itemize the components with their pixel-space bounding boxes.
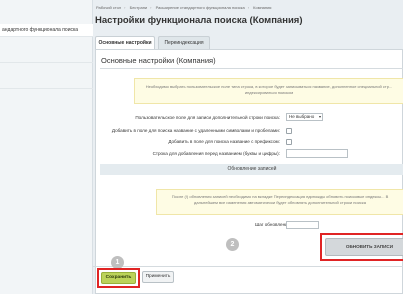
strip-symbols-label: Добавить в поле для поиска название с уд… [111, 128, 280, 133]
sidebar-divider [0, 62, 93, 63]
divider [100, 68, 403, 69]
search-field-select[interactable]: Не выбрано ▾ [286, 113, 323, 121]
sidebar-divider [0, 36, 93, 37]
update-step-input[interactable] [286, 221, 319, 229]
prefix-checkbox-label: Добавить в поле для поиска название с пр… [168, 139, 280, 144]
step-badge-two: 2 [226, 238, 239, 251]
strip-symbols-checkbox[interactable] [286, 128, 292, 134]
sidebar-divider [0, 88, 93, 89]
breadcrumb: Рабочий стол › Бестрани › Расширение станд… [96, 5, 272, 10]
search-field-label: Пользовательское поле для записи дополни… [135, 115, 280, 120]
highlight-frame: ОБНОВИТЬ ЗАПИСИ [320, 233, 403, 261]
breadcrumb-item[interactable]: Компания [253, 5, 271, 10]
tab-reindex[interactable]: Переиндексация [158, 36, 210, 49]
sidebar-item-active[interactable]: андартного функционала поиска [0, 24, 93, 36]
update-notice: После (!) обновления записей необходимо … [156, 189, 403, 215]
section-title: Основные настройки (Компания) [101, 56, 216, 65]
select-value: Не выбрано [289, 114, 315, 119]
left-sidebar: андартного функционала поиска [0, 0, 93, 294]
prefix-string-input[interactable] [286, 149, 348, 158]
breadcrumb-item[interactable]: Бестрани [130, 5, 148, 10]
update-records-button[interactable]: ОБНОВИТЬ ЗАПИСИ [325, 238, 403, 256]
chevron-down-icon: ▾ [318, 114, 321, 119]
prefix-string-label: Строка для добавления перед названием (б… [152, 151, 280, 156]
main-content: Рабочий стол › Бестрани › Расширение станд… [93, 0, 403, 294]
highlight-frame: Сохранить [97, 268, 140, 288]
info-notice: Необходимо выбрать пользовательское поле… [134, 78, 403, 104]
page-title: Настройки функционала поиска (Компания) [95, 15, 303, 26]
update-section-heading: Обновление записей [100, 164, 403, 175]
breadcrumb-item[interactable]: Рабочий стол [96, 5, 121, 10]
save-button[interactable]: Сохранить [101, 272, 136, 284]
apply-button[interactable]: Применить [142, 271, 174, 283]
star-icon[interactable]: ☆ [276, 15, 284, 26]
tab-main-settings[interactable]: Основные настройки [95, 36, 155, 49]
divider [93, 266, 403, 267]
breadcrumb-item[interactable]: Расширение стандартного функционала поис… [156, 5, 245, 10]
prefix-checkbox[interactable] [286, 139, 292, 145]
